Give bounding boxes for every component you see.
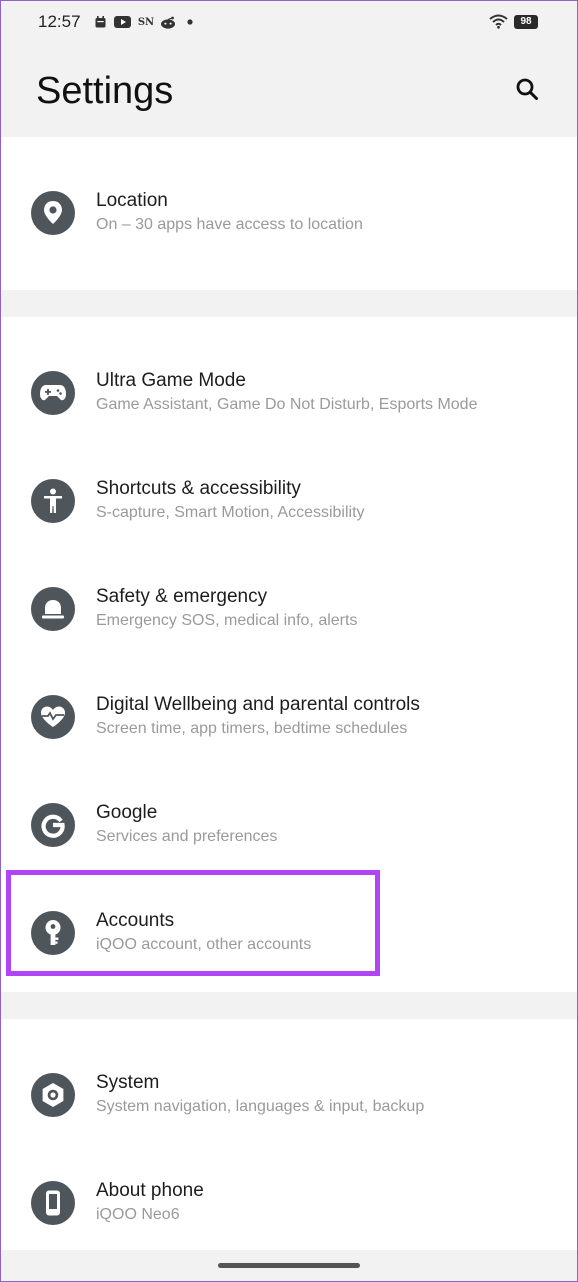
- settings-item-safety-emergency[interactable]: Safety & emergency Emergency SOS, medica…: [0, 555, 578, 663]
- more-dot-icon: [186, 14, 194, 30]
- settings-card-location: Location On – 30 apps have access to loc…: [0, 137, 578, 290]
- settings-item-subtitle: S-capture, Smart Motion, Accessibility: [96, 504, 365, 521]
- settings-item-subtitle: Services and preferences: [96, 828, 278, 845]
- settings-item-subtitle: iQOO Neo6: [96, 1206, 180, 1223]
- settings-item-subtitle: On – 30 apps have access to location: [96, 216, 363, 233]
- settings-item-label: About phone: [96, 1180, 204, 1201]
- settings-item-subtitle: Screen time, app timers, bedtime schedul…: [96, 720, 408, 737]
- settings-item-subtitle: Game Assistant, Game Do Not Disturb, Esp…: [96, 396, 478, 413]
- home-gesture-handle[interactable]: [218, 1263, 360, 1268]
- battery-indicator: 98: [514, 15, 538, 29]
- status-time: 12:57: [38, 12, 81, 31]
- settings-item-digital-wellbeing[interactable]: Digital Wellbeing and parental controls …: [0, 663, 578, 771]
- settings-item-accounts[interactable]: Accounts iQOO account, other accounts: [0, 879, 578, 987]
- page-title: Settings: [36, 70, 174, 112]
- search-icon: [515, 77, 539, 106]
- youtube-icon: [113, 14, 131, 30]
- settings-item-google[interactable]: Google Services and preferences: [0, 771, 578, 879]
- settings-item-label: System: [96, 1072, 160, 1093]
- phone-icon: [31, 1181, 75, 1225]
- settings-item-subtitle: Emergency SOS, medical info, alerts: [96, 612, 358, 629]
- heart-icon: [31, 695, 75, 739]
- gamepad-icon: [31, 371, 75, 415]
- settings-item-label: Digital Wellbeing and parental controls: [96, 694, 420, 715]
- status-bar: 12:57 SN 98: [0, 0, 578, 46]
- settings-item-location[interactable]: Location On – 30 apps have access to loc…: [0, 159, 578, 267]
- settings-item-label: Shortcuts & accessibility: [96, 478, 301, 499]
- settings-item-shortcuts-accessibility[interactable]: Shortcuts & accessibility S-capture, Sma…: [0, 447, 578, 555]
- sn-app-icon: SN: [137, 16, 155, 28]
- settings-item-label: Safety & emergency: [96, 586, 268, 607]
- settings-item-label: Google: [96, 802, 158, 823]
- emergency-light-icon: [31, 587, 75, 631]
- google-icon: [31, 803, 75, 847]
- reddit-icon: [160, 14, 176, 30]
- settings-item-label: Accounts: [96, 910, 175, 931]
- location-pin-icon: [31, 191, 75, 235]
- settings-item-label: Location: [96, 190, 168, 211]
- settings-item-subtitle: iQOO account, other accounts: [96, 936, 312, 953]
- navigation-bar: [0, 1250, 578, 1282]
- settings-card-system: System System navigation, languages & in…: [0, 1019, 578, 1250]
- settings-item-about-phone[interactable]: About phone iQOO Neo6: [0, 1149, 578, 1257]
- accessibility-icon: [31, 479, 75, 523]
- wifi-icon: [489, 14, 508, 34]
- settings-card-main: Ultra Game Mode Game Assistant, Game Do …: [0, 317, 578, 992]
- settings-item-system[interactable]: System System navigation, languages & in…: [0, 1041, 578, 1149]
- system-gear-icon: [31, 1073, 75, 1117]
- settings-item-ultra-game-mode[interactable]: Ultra Game Mode Game Assistant, Game Do …: [0, 339, 578, 447]
- calendar-icon: [94, 14, 106, 30]
- key-icon: [31, 911, 75, 955]
- settings-item-label: Ultra Game Mode: [96, 370, 246, 391]
- search-button[interactable]: [509, 73, 545, 109]
- settings-item-subtitle: System navigation, languages & input, ba…: [96, 1098, 425, 1115]
